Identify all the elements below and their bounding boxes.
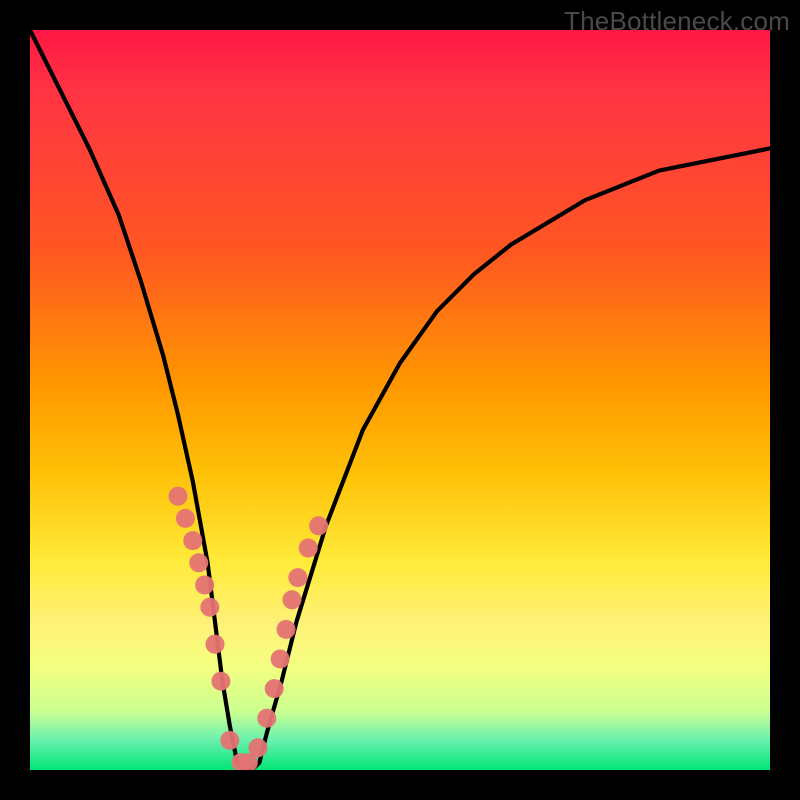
marker-dot: [183, 531, 202, 550]
marker-dot: [169, 487, 188, 506]
chart-frame: TheBottleneck.com: [0, 0, 800, 800]
marker-dot: [220, 731, 239, 750]
highlight-points: [169, 487, 329, 770]
marker-dot: [299, 539, 318, 558]
marker-dot: [309, 516, 328, 535]
marker-dot: [265, 679, 284, 698]
plot-area: [30, 30, 770, 770]
marker-dot: [195, 576, 214, 595]
marker-dot: [200, 598, 219, 617]
marker-dot: [176, 509, 195, 528]
marker-dot: [277, 620, 296, 639]
marker-dot: [288, 568, 307, 587]
marker-dot: [189, 553, 208, 572]
marker-dot: [211, 672, 230, 691]
marker-dot: [282, 590, 301, 609]
curve-svg: [30, 30, 770, 770]
marker-dot: [248, 738, 267, 757]
bottleneck-curve: [30, 30, 770, 770]
watermark-text: TheBottleneck.com: [564, 6, 790, 37]
marker-dot: [271, 650, 290, 669]
marker-dot: [257, 709, 276, 728]
marker-dot: [206, 635, 225, 654]
